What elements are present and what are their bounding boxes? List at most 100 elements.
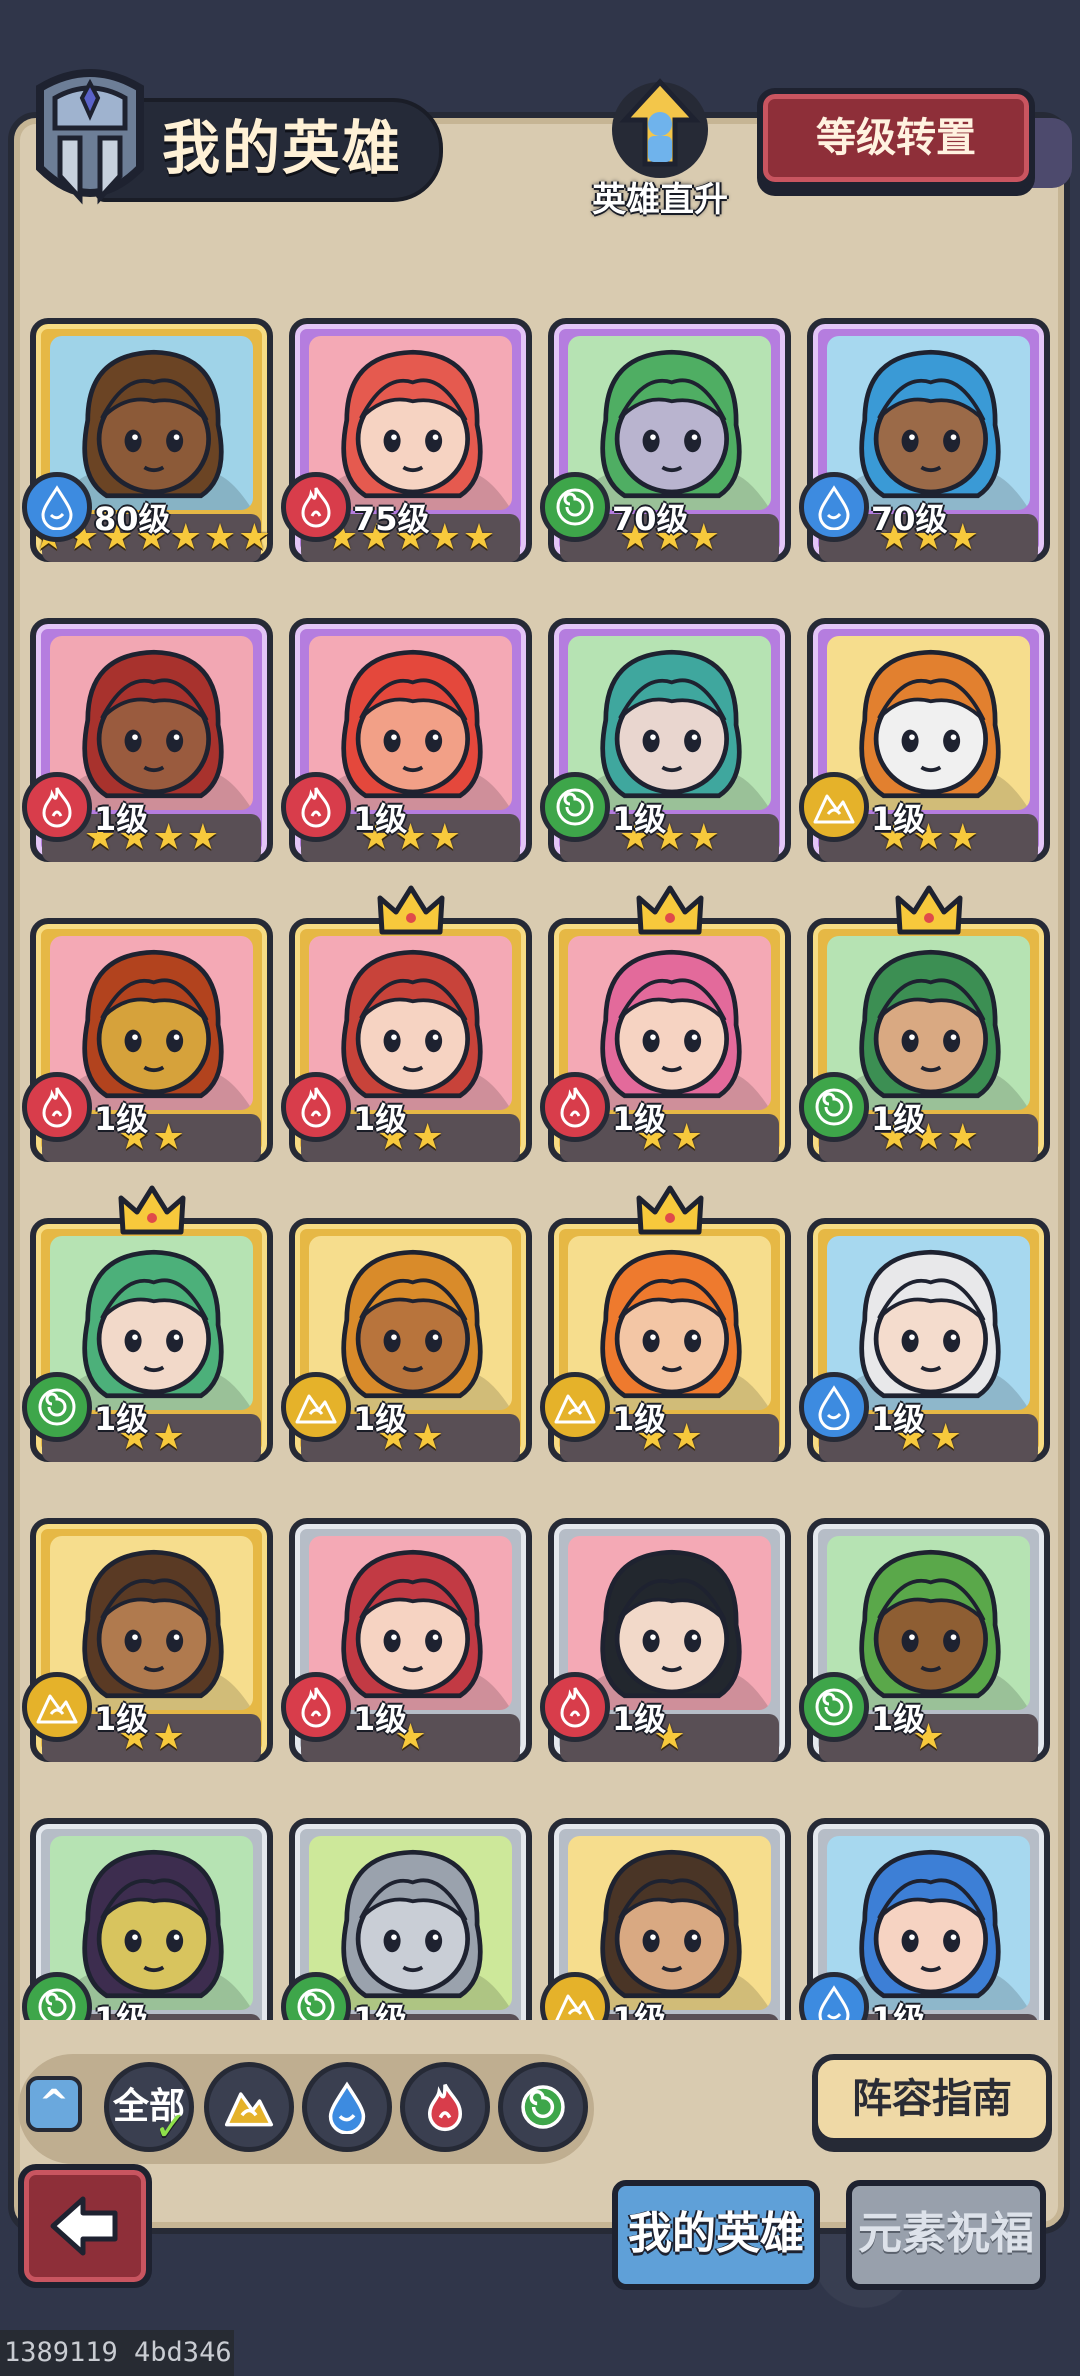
levelup-icon — [612, 78, 708, 178]
hero-card[interactable]: ★1级 — [281, 1518, 532, 1762]
hero-level: 1级 — [612, 2000, 667, 2020]
fire-element-icon — [22, 772, 92, 842]
fire-filter-icon — [427, 2083, 463, 2131]
hero-card[interactable]: ★ ★ 1级 — [799, 1218, 1050, 1462]
collapse-filter-button[interactable]: ^ — [26, 2076, 82, 2132]
levelup-label: 英雄直升 — [592, 180, 728, 220]
hero-card[interactable]: ★★★★★★★80级 — [22, 318, 273, 562]
hero-card[interactable]: ★ ★ ★ ★ ★ 75级 — [281, 318, 532, 562]
star-icon: ★ — [411, 1417, 444, 1458]
hero-level: 1级 — [94, 2000, 149, 2020]
hero-level: 1级 — [871, 2000, 926, 2020]
hero-card[interactable]: ★ ★ ★ 70级 — [799, 318, 1050, 562]
fire-element-icon — [540, 1672, 610, 1742]
star-icon: ★ — [929, 1417, 962, 1458]
page-title: 我的英雄 — [162, 114, 403, 182]
crown-icon — [376, 884, 446, 940]
tab-my-heroes[interactable]: 我的英雄 — [612, 2180, 820, 2290]
star-icon: ★ — [946, 817, 979, 858]
checkmark-icon: ✓ — [154, 2104, 188, 2150]
filter-earth-button[interactable] — [204, 2062, 294, 2152]
hero-card[interactable]: ★1级 — [799, 1818, 1050, 2020]
tab-element-blessing[interactable]: 元素祝福 — [846, 2180, 1046, 2290]
fire-element-icon — [281, 1072, 351, 1142]
hero-card[interactable]: ★ ★ ★ 1级 — [281, 618, 532, 862]
hero-grid-viewport[interactable]: ★★★★★★★80级★★★★★75级★★★70级★★★70级★★★★1级★★★1… — [22, 310, 1058, 2020]
hero-level: 1级 — [871, 1400, 926, 1438]
hero-level: 1级 — [353, 1700, 408, 1738]
star-icon: ★ — [946, 1117, 979, 1158]
crown-icon — [635, 1184, 705, 1240]
star-icon: ★ — [203, 517, 237, 558]
nature-element-icon — [799, 1072, 869, 1142]
hero-level: 1级 — [612, 1400, 667, 1438]
star-icon: ★ — [411, 1117, 444, 1158]
hero-level: 1级 — [353, 1100, 408, 1138]
hero-level: 1级 — [94, 1400, 149, 1438]
hero-card[interactable]: ★ ★ ★ 70级 — [540, 318, 791, 562]
filter-nature-button[interactable] — [498, 2062, 588, 2152]
hero-card[interactable]: ★1级 — [540, 1818, 791, 2020]
hero-level: 1级 — [353, 800, 408, 838]
star-icon: ★ — [670, 1117, 703, 1158]
hero-card[interactable]: ★1级 — [22, 1818, 273, 2020]
fire-element-icon — [22, 1072, 92, 1142]
hero-level: 1级 — [871, 1700, 926, 1738]
hero-card[interactable]: ★ ★ ★ 1级 — [799, 618, 1050, 862]
watermark-id: 1389119 4bd346 — [0, 2330, 234, 2376]
water-element-icon — [799, 472, 869, 542]
hero-card[interactable]: ★ ★ 1级 — [22, 1518, 273, 1762]
hero-card[interactable]: ★ ★ 1级 — [281, 1218, 532, 1462]
hero-level: 70级 — [612, 500, 689, 538]
hero-card[interactable]: ★ ★ ★ 1级 — [540, 618, 791, 862]
hero-card[interactable]: ★ ★ 1级 — [540, 1185, 791, 1462]
hero-level: 75级 — [353, 500, 430, 538]
earth-element-icon — [22, 1672, 92, 1742]
fire-element-icon — [281, 472, 351, 542]
earth-element-icon — [281, 1372, 351, 1442]
hero-level: 1级 — [612, 1100, 667, 1138]
hero-level: 1级 — [94, 800, 149, 838]
hero-card[interactable]: ★ ★ ★ ★ 1级 — [22, 618, 273, 862]
hero-level: 1级 — [353, 1400, 408, 1438]
star-icon: ★ — [169, 517, 202, 558]
hero-card[interactable]: ★1级 — [540, 1518, 791, 1762]
fire-element-icon — [281, 1672, 351, 1742]
level-transfer-button[interactable]: 等级转置 — [757, 88, 1035, 188]
filter-water-button[interactable] — [302, 2062, 392, 2152]
star-icon: ★ — [152, 1417, 185, 1458]
back-button[interactable] — [18, 2164, 152, 2288]
back-arrow-icon — [50, 2196, 118, 2256]
hero-card[interactable]: ★ ★ 1级 — [540, 885, 791, 1162]
water-filter-icon — [328, 2081, 366, 2134]
star-icon: ★ — [428, 817, 461, 858]
hero-card[interactable]: ★ ★ 1级 — [22, 1185, 273, 1462]
hero-grid: ★★★★★★★80级★★★★★75级★★★70级★★★70级★★★★1级★★★1… — [22, 318, 1050, 2020]
hero-level: 1级 — [94, 1100, 149, 1138]
star-icon: ★ — [946, 517, 979, 558]
hero-card[interactable]: ★ ★ 1级 — [22, 918, 273, 1162]
hero-card[interactable]: ★ ★ 1级 — [281, 885, 532, 1162]
hero-card[interactable]: ★1级 — [281, 1818, 532, 2020]
star-icon: ★ — [238, 517, 271, 558]
star-icon: ★ — [428, 517, 461, 558]
hero-level: 70级 — [871, 500, 948, 538]
hero-level: 1级 — [94, 1700, 149, 1738]
nature-element-icon — [22, 1372, 92, 1442]
filter-fire-button[interactable] — [400, 2062, 490, 2152]
earth-element-icon — [799, 772, 869, 842]
water-element-icon — [22, 472, 92, 542]
hero-card[interactable]: ★1级 — [799, 1518, 1050, 1762]
star-icon: ★ — [152, 1717, 185, 1758]
nature-element-icon — [799, 1672, 869, 1742]
lineup-guide-button[interactable]: 阵容指南 — [812, 2054, 1052, 2144]
nature-element-icon — [540, 472, 610, 542]
star-icon: ★ — [687, 517, 720, 558]
star-icon: ★ — [670, 1417, 703, 1458]
fire-element-icon — [540, 1072, 610, 1142]
hero-direct-levelup-button[interactable]: 英雄直升 — [585, 72, 735, 222]
earth-element-icon — [540, 1372, 610, 1442]
star-icon: ★ — [152, 817, 185, 858]
earth-filter-icon — [224, 2092, 274, 2127]
hero-card[interactable]: ★ ★ ★ 1级 — [799, 885, 1050, 1162]
